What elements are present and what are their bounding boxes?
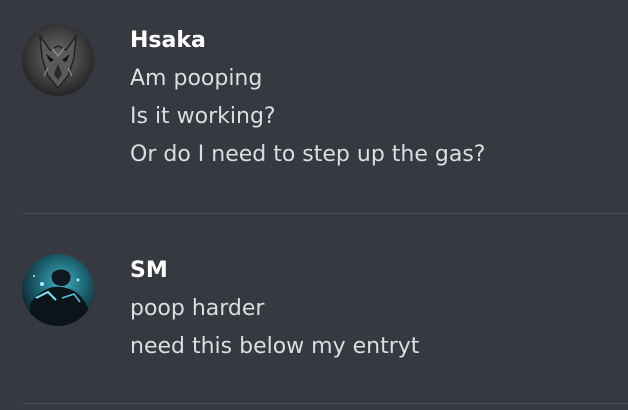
- message-line: Or do I need to step up the gas?: [130, 142, 486, 167]
- wolf-avatar-icon: [22, 24, 94, 96]
- message-group-sm: SM poop harder need this below my entryt: [0, 254, 628, 404]
- message-divider: [22, 403, 628, 404]
- message-line: Am pooping: [130, 66, 263, 91]
- chat-message-list: Hsaka Am pooping Is it working? Or do I …: [0, 0, 628, 410]
- message-line: Is it working?: [130, 104, 276, 129]
- username-hsaka[interactable]: Hsaka: [130, 26, 616, 60]
- message-content-hsaka: Hsaka Am pooping Is it working? Or do I …: [130, 26, 616, 174]
- username-sm[interactable]: SM: [130, 256, 616, 290]
- avatar-sm[interactable]: [22, 254, 94, 326]
- message-line: poop harder: [130, 296, 265, 321]
- message-content-sm: SM poop harder need this below my entryt: [130, 256, 616, 366]
- cyan-figure-avatar-icon: [22, 254, 94, 326]
- message-group-hsaka: Hsaka Am pooping Is it working? Or do I …: [0, 24, 628, 212]
- message-divider: [22, 213, 628, 214]
- message-line: need this below my entryt: [130, 334, 420, 359]
- avatar-hsaka[interactable]: [22, 24, 94, 96]
